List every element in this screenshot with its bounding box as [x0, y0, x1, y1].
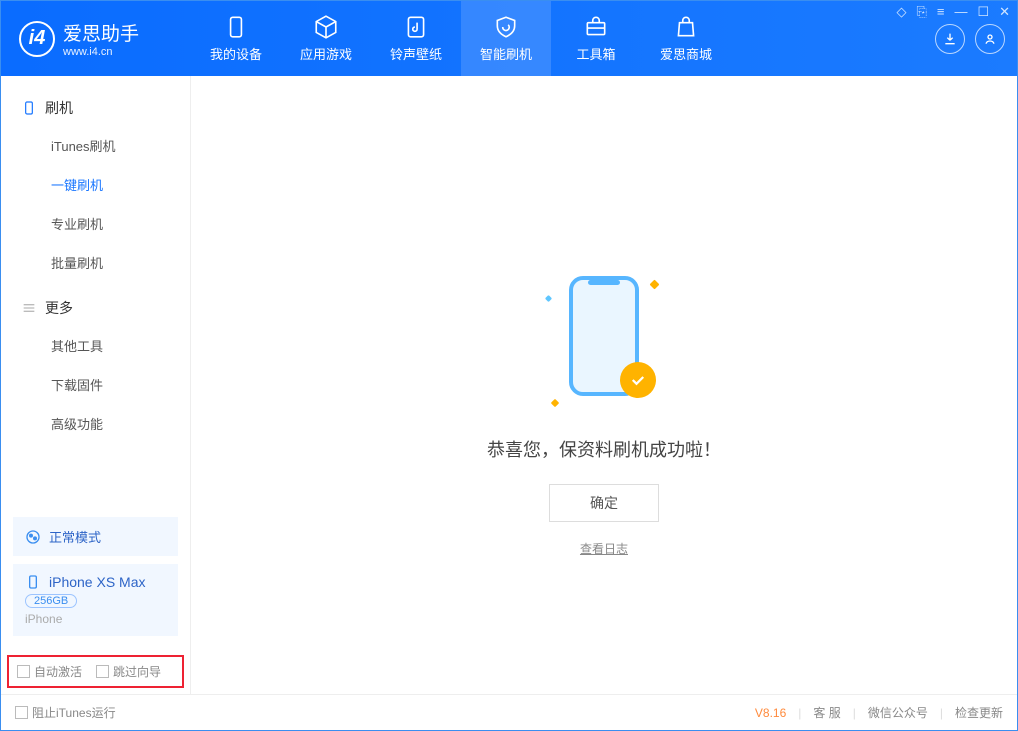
minimize-button[interactable]: —	[954, 4, 967, 20]
nav-label: 工具箱	[576, 44, 615, 63]
spark-icon	[551, 399, 559, 407]
mode-icon	[25, 529, 41, 545]
checkbox-icon	[96, 665, 109, 678]
sidebar-item-advanced[interactable]: 高级功能	[1, 404, 190, 443]
checkbox-label: 自动激活	[34, 663, 82, 680]
download-icon	[942, 31, 958, 47]
skip-guide-checkbox[interactable]: 跳过向导	[96, 663, 161, 680]
highlighted-checkbox-row: 自动激活 跳过向导	[7, 655, 184, 688]
user-icon	[982, 31, 998, 47]
spark-icon	[650, 280, 660, 290]
sidebar-item-pro-flash[interactable]: 专业刷机	[1, 204, 190, 243]
nav-toolbox[interactable]: 工具箱	[551, 1, 641, 76]
nav-store[interactable]: 爱思商城	[641, 1, 731, 76]
nav-label: 铃声壁纸	[390, 44, 442, 63]
success-panel: 恭喜您，保资料刷机成功啦！ 确定 查看日志	[487, 266, 721, 557]
toolbox-icon	[583, 14, 609, 40]
device-icon	[223, 14, 249, 40]
app-name: 爱思助手	[63, 19, 139, 46]
device-storage: 256GB	[25, 594, 77, 608]
footer-right: V8.16 | 客 服 | 微信公众号 | 检查更新	[755, 704, 1003, 721]
sidebar-head-label: 刷机	[45, 98, 73, 118]
close-button[interactable]: ✕	[999, 4, 1010, 20]
phone-illustration	[544, 266, 664, 416]
menu-icon[interactable]: ≡	[937, 4, 945, 20]
mode-box[interactable]: 正常模式	[13, 517, 178, 556]
divider: |	[853, 706, 856, 720]
checkbox-icon	[17, 665, 30, 678]
logo-text: 爱思助手 www.i4.cn	[63, 19, 139, 58]
window-controls: ◇ ⎘ ≡ — ☐ ✕	[896, 4, 1010, 20]
sidebar-group-flash: 刷机 iTunes刷机 一键刷机 专业刷机 批量刷机	[1, 90, 190, 290]
sidebar-item-itunes-flash[interactable]: iTunes刷机	[1, 126, 190, 165]
sidebar-group-more: 更多 其他工具 下载固件 高级功能	[1, 290, 190, 451]
download-button[interactable]	[935, 24, 965, 54]
block-itunes-checkbox[interactable]: 阻止iTunes运行	[15, 704, 116, 721]
nav-apps[interactable]: 应用游戏	[281, 1, 371, 76]
footer-link-wechat[interactable]: 微信公众号	[868, 704, 928, 721]
device-type: iPhone	[25, 612, 62, 626]
sidebar-head-flash: 刷机	[1, 90, 190, 126]
nav-my-device[interactable]: 我的设备	[191, 1, 281, 76]
device-name: iPhone XS Max	[49, 574, 146, 590]
nav-label: 爱思商城	[660, 44, 712, 63]
nav-label: 应用游戏	[300, 44, 352, 63]
nav-label: 我的设备	[210, 44, 262, 63]
footer-link-update[interactable]: 检查更新	[955, 704, 1003, 721]
success-message: 恭喜您，保资料刷机成功啦！	[487, 436, 721, 462]
version-label: V8.16	[755, 706, 786, 720]
footer: 阻止iTunes运行 V8.16 | 客 服 | 微信公众号 | 检查更新	[1, 694, 1017, 730]
checkbox-label: 阻止iTunes运行	[32, 704, 116, 721]
nav-ringtones[interactable]: 铃声壁纸	[371, 1, 461, 76]
nav-label: 智能刷机	[480, 44, 532, 63]
top-nav: 我的设备 应用游戏 铃声壁纸 智能刷机 工具箱 爱思商城	[191, 1, 731, 76]
logo-icon: i4	[19, 21, 55, 57]
divider: |	[940, 706, 943, 720]
body: 刷机 iTunes刷机 一键刷机 专业刷机 批量刷机 更多 其他工具 下载固件 …	[1, 76, 1017, 694]
sidebar-head-label: 更多	[45, 298, 73, 318]
bag-icon	[673, 14, 699, 40]
divider: |	[798, 706, 801, 720]
header: i4 爱思助手 www.i4.cn 我的设备 应用游戏 铃声壁纸 智能刷机 工具…	[1, 1, 1017, 76]
sidebar-item-batch-flash[interactable]: 批量刷机	[1, 243, 190, 282]
sidebar-head-more: 更多	[1, 290, 190, 326]
checkbox-icon	[15, 706, 28, 719]
footer-link-support[interactable]: 客 服	[813, 704, 840, 721]
sidebar: 刷机 iTunes刷机 一键刷机 专业刷机 批量刷机 更多 其他工具 下载固件 …	[1, 76, 191, 694]
phone-notch-icon	[588, 280, 620, 285]
footer-left: 阻止iTunes运行	[15, 704, 116, 721]
music-file-icon	[403, 14, 429, 40]
nav-flash[interactable]: 智能刷机	[461, 1, 551, 76]
maximize-button[interactable]: ☐	[977, 4, 989, 20]
main-content: 恭喜您，保资料刷机成功啦！ 确定 查看日志	[191, 76, 1017, 694]
auto-activate-checkbox[interactable]: 自动激活	[17, 663, 82, 680]
refresh-shield-icon	[493, 14, 519, 40]
view-log-link[interactable]: 查看日志	[487, 540, 721, 557]
logo-area: i4 爱思助手 www.i4.cn	[1, 1, 191, 76]
lock-icon[interactable]: ⎘	[916, 4, 926, 20]
checkbox-label: 跳过向导	[113, 663, 161, 680]
spark-icon	[545, 295, 552, 302]
app-url: www.i4.cn	[63, 46, 139, 58]
sidebar-item-other-tools[interactable]: 其他工具	[1, 326, 190, 365]
ok-button[interactable]: 确定	[549, 484, 659, 522]
sidebar-item-oneclick-flash[interactable]: 一键刷机	[1, 165, 190, 204]
sidebar-item-download-fw[interactable]: 下载固件	[1, 365, 190, 404]
user-button[interactable]	[975, 24, 1005, 54]
list-icon	[21, 300, 37, 316]
mode-label: 正常模式	[49, 527, 101, 546]
device-box[interactable]: iPhone XS Max 256GB iPhone	[13, 564, 178, 636]
phone-icon	[21, 100, 37, 116]
shirt-icon[interactable]: ◇	[896, 4, 906, 20]
success-badge-icon	[620, 362, 656, 398]
device-small-icon	[25, 574, 41, 590]
cube-icon	[313, 14, 339, 40]
